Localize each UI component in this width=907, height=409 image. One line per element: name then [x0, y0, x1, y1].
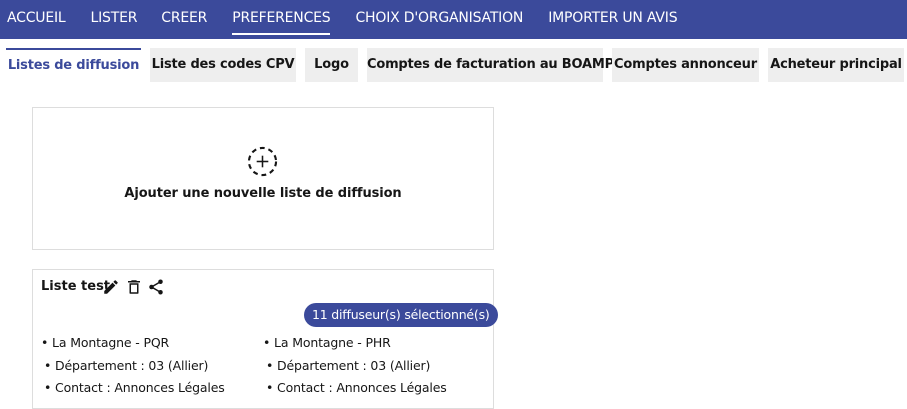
nav-lister[interactable]: LISTER [91, 0, 138, 39]
share-icon[interactable] [147, 278, 165, 296]
add-list-label[interactable]: Ajouter une nouvelle liste de diffusion [32, 186, 494, 201]
top-navigation: ACCUEIL LISTER CREER PREFERENCES CHOIX D… [0, 0, 907, 39]
publisher-column-1: • La Montagne - PQR • Département : 03 (… [41, 332, 225, 400]
nav-preferences[interactable]: PREFERENCES [232, 0, 331, 39]
list-title: Liste test [41, 279, 111, 294]
edit-pencil-icon[interactable] [102, 278, 120, 296]
add-circle-dashed-icon[interactable] [247, 146, 278, 177]
nav-accueil[interactable]: ACCUEIL [7, 0, 66, 39]
nav-choix-organisation[interactable]: CHOIX D'ORGANISATION [355, 0, 523, 39]
trash-icon[interactable] [125, 278, 143, 296]
publisher-contact: • Contact : Annonces Légales [44, 380, 225, 395]
publisher-column-2: • La Montagne - PHR • Département : 03 (… [263, 332, 447, 400]
nav-creer[interactable]: CREER [161, 0, 207, 39]
tab-listes-diffusion[interactable]: Listes de diffusion [6, 48, 141, 82]
nav-importer-avis[interactable]: IMPORTER UN AVIS [548, 0, 677, 39]
tab-comptes-facturation[interactable]: Comptes de facturation au BOAMP [367, 48, 614, 82]
publisher-department: • Département : 03 (Allier) [44, 357, 209, 373]
add-list-card[interactable] [32, 107, 494, 250]
preferences-tabs: Listes de diffusion Liste des codes CPV … [0, 48, 907, 82]
tab-logo[interactable]: Logo [305, 48, 358, 82]
tab-codes-cpv[interactable]: Liste des codes CPV [150, 48, 296, 82]
publisher-department: • Département : 03 (Allier) [266, 357, 431, 373]
tab-comptes-annonceur[interactable]: Comptes annonceur [612, 48, 759, 82]
selected-publishers-badge: 11 diffuseur(s) sélectionné(s) [304, 303, 498, 327]
publisher-name: • La Montagne - PHR [263, 335, 391, 350]
publisher-name: • La Montagne - PQR [41, 335, 170, 350]
tab-acheteur-principal[interactable]: Acheteur principal [768, 48, 904, 82]
publisher-contact: • Contact : Annonces Légales [266, 380, 447, 395]
